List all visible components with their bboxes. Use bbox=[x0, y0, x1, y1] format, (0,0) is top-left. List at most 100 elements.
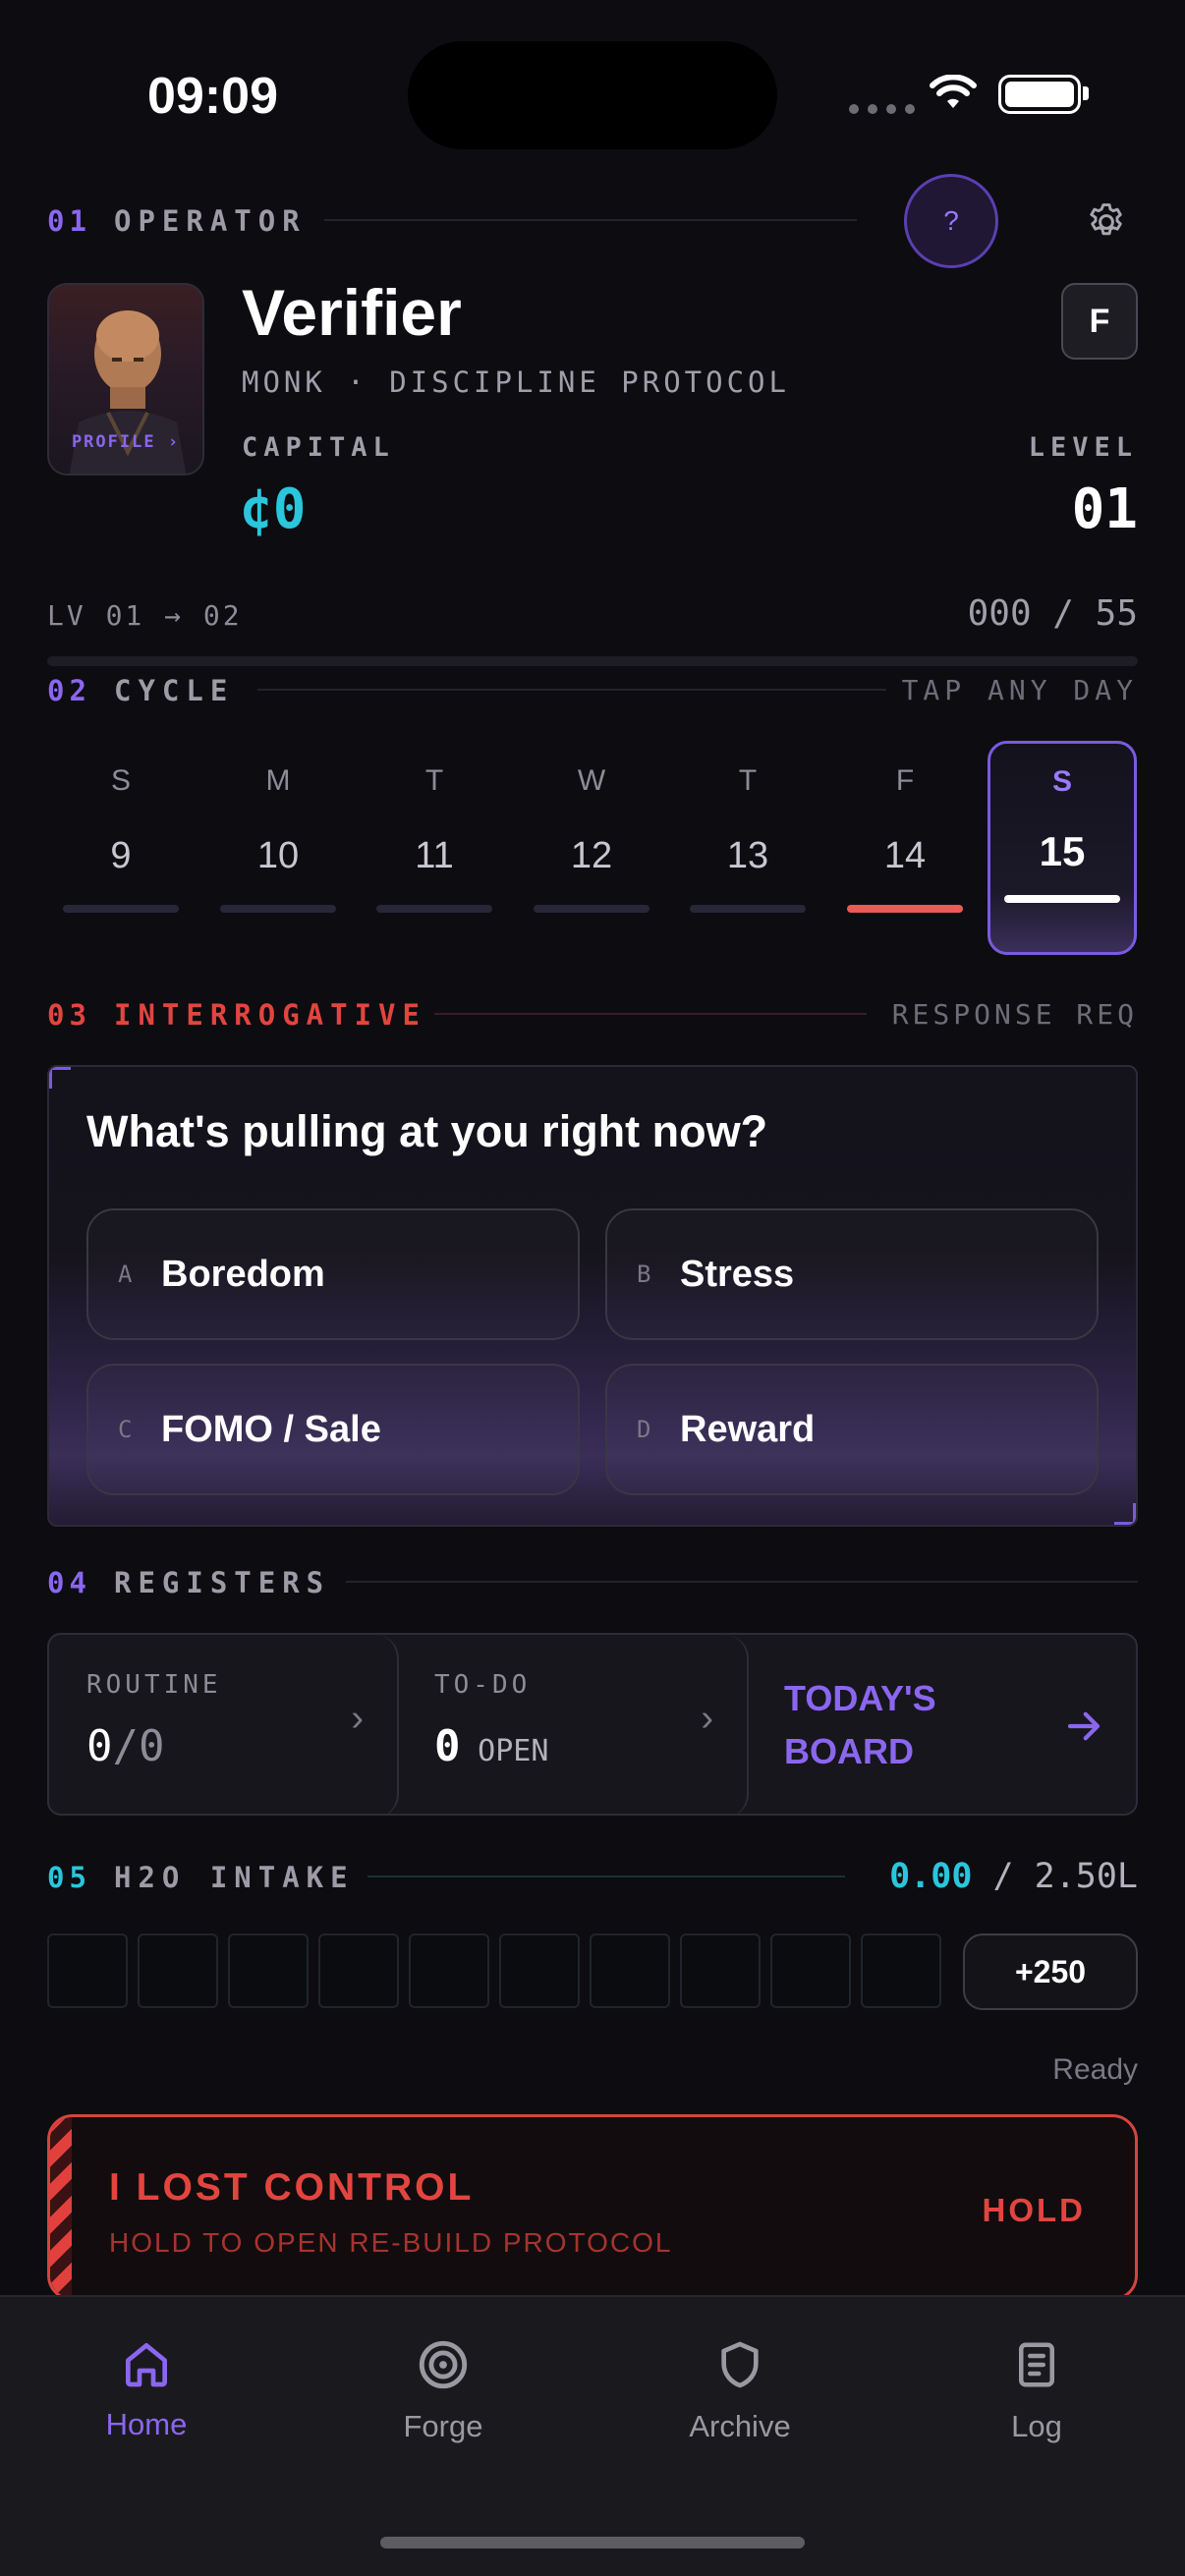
tab-label: Archive bbox=[689, 2409, 791, 2443]
tab-label: Home bbox=[105, 2407, 188, 2441]
level-progress-label: LV 01 → 02 bbox=[47, 599, 243, 632]
section-title-interrogative: INTERROGATIVE bbox=[114, 998, 426, 1032]
todo-card[interactable]: TO-DO 0 OPEN › bbox=[399, 1635, 749, 1814]
board-line1: TODAY'S bbox=[784, 1678, 936, 1718]
day-cell[interactable]: T 11 bbox=[361, 764, 508, 913]
tab-home[interactable]: Home bbox=[48, 2297, 245, 2442]
todays-board-button[interactable]: TODAY'S BOARD bbox=[749, 1635, 1136, 1814]
option-key: A bbox=[118, 1260, 133, 1288]
day-cell[interactable]: S 9 bbox=[47, 764, 195, 913]
water-readout: 0.00 / 2.50L bbox=[889, 1857, 1138, 1896]
routine-total: /0 bbox=[112, 1721, 165, 1771]
water-current: 0.00 bbox=[889, 1857, 973, 1896]
lost-control-button[interactable]: I LOST CONTROL HOLD TO OPEN RE-BUILD PRO… bbox=[47, 2114, 1138, 2301]
water-cup bbox=[499, 1933, 580, 2008]
day-bar-missed bbox=[847, 905, 963, 913]
status-time: 09:09 bbox=[147, 68, 278, 125]
option-key: B bbox=[637, 1260, 651, 1288]
battery-tip bbox=[1083, 86, 1089, 100]
routine-done: 0 bbox=[86, 1721, 113, 1771]
lost-control-subtitle: HOLD TO OPEN RE-BUILD PROTOCOL bbox=[109, 2227, 673, 2258]
day-cell-selected[interactable]: S 15 bbox=[988, 741, 1137, 955]
section-divider bbox=[324, 219, 857, 221]
day-cell[interactable]: M 10 bbox=[204, 764, 352, 913]
day-bar bbox=[534, 905, 649, 913]
option-button[interactable]: C FOMO / Sale bbox=[86, 1364, 580, 1495]
day-number: 14 bbox=[883, 835, 927, 876]
day-cell[interactable]: F 14 bbox=[831, 764, 979, 913]
water-status: Ready bbox=[1052, 2053, 1138, 2086]
water-cup bbox=[409, 1933, 489, 2008]
section-divider bbox=[367, 1876, 845, 1877]
tab-archive[interactable]: Archive bbox=[642, 2297, 838, 2444]
tab-label: Log bbox=[1011, 2409, 1062, 2443]
day-number: 12 bbox=[570, 835, 613, 876]
option-button[interactable]: B Stress bbox=[605, 1208, 1099, 1340]
dynamic-island bbox=[408, 41, 777, 149]
option-button[interactable]: A Boredom bbox=[86, 1208, 580, 1340]
section-title-operator: OPERATOR bbox=[114, 204, 307, 238]
tab-forge[interactable]: Forge bbox=[345, 2297, 541, 2444]
tab-log[interactable]: Log bbox=[938, 2297, 1135, 2444]
day-cell[interactable]: T 13 bbox=[674, 764, 821, 913]
day-bar bbox=[63, 905, 179, 913]
rank-badge[interactable]: F bbox=[1061, 283, 1138, 360]
water-cup bbox=[590, 1933, 670, 2008]
operator-subtitle: MONK · DISCIPLINE PROTOCOL bbox=[242, 365, 790, 399]
level-progress-bar bbox=[47, 656, 1138, 666]
gear-icon[interactable] bbox=[1085, 200, 1128, 244]
day-letter: T bbox=[738, 764, 758, 797]
water-cup bbox=[138, 1933, 218, 2008]
tab-bar: Home Forge Archive Log bbox=[0, 2295, 1185, 2576]
routine-label: ROUTINE bbox=[86, 1670, 222, 1700]
registers-panel: ROUTINE 0/0 › TO-DO 0 OPEN › TODAY'S BOA… bbox=[47, 1633, 1138, 1816]
section-number-water: 05 bbox=[47, 1861, 91, 1894]
day-number: 13 bbox=[726, 835, 769, 876]
day-letter: S bbox=[110, 764, 131, 797]
corner-bracket bbox=[49, 1067, 71, 1089]
water-cup bbox=[228, 1933, 309, 2008]
level-label: LEVEL bbox=[1028, 432, 1138, 463]
routine-card[interactable]: ROUTINE 0/0 › bbox=[49, 1635, 399, 1814]
day-letter: S bbox=[1051, 765, 1072, 798]
option-label: Boredom bbox=[161, 1253, 325, 1295]
section-title-cycle: CYCLE bbox=[114, 674, 235, 707]
todo-suffix: OPEN bbox=[478, 1734, 549, 1768]
question-card: What's pulling at you right now? A Bored… bbox=[47, 1065, 1138, 1527]
day-letter: T bbox=[424, 764, 444, 797]
water-target: / 2.50L bbox=[992, 1857, 1138, 1896]
day-letter: M bbox=[265, 764, 291, 797]
day-number: 11 bbox=[415, 835, 454, 876]
option-label: Stress bbox=[680, 1253, 795, 1295]
section-title-registers: REGISTERS bbox=[114, 1566, 331, 1599]
avatar-profile-link[interactable]: PROFILE › bbox=[49, 432, 202, 452]
document-icon bbox=[1019, 2342, 1054, 2387]
operator-name: Verifier bbox=[242, 276, 462, 349]
capital-value: ¢0 bbox=[240, 477, 307, 541]
avatar[interactable]: PROFILE › bbox=[47, 283, 204, 476]
help-button[interactable]: ? bbox=[904, 174, 998, 268]
corner-bracket bbox=[1114, 1503, 1136, 1525]
section-divider bbox=[257, 689, 886, 691]
board-line2: BOARD bbox=[784, 1731, 914, 1771]
question-text: What's pulling at you right now? bbox=[86, 1106, 768, 1156]
section-title-water: H2O INTAKE bbox=[114, 1861, 355, 1894]
water-cup bbox=[47, 1933, 128, 2008]
section-divider bbox=[434, 1013, 867, 1015]
add-water-button[interactable]: +250 bbox=[963, 1933, 1138, 2010]
day-bar bbox=[376, 905, 492, 913]
arrow-right-icon bbox=[1067, 1711, 1100, 1741]
day-number: 15 bbox=[1039, 828, 1086, 874]
chevron-right-icon: › bbox=[351, 1698, 364, 1739]
level-progress-value: 000 / 55 bbox=[967, 593, 1138, 634]
option-button[interactable]: D Reward bbox=[605, 1364, 1099, 1495]
todo-count: 0 bbox=[434, 1721, 461, 1771]
section-number-registers: 04 bbox=[47, 1566, 91, 1599]
section-number-interrogative: 03 bbox=[47, 998, 91, 1032]
water-cup bbox=[770, 1933, 851, 2008]
day-bar bbox=[220, 905, 336, 913]
water-cup bbox=[680, 1933, 761, 2008]
day-cell[interactable]: W 12 bbox=[518, 764, 665, 913]
battery-icon bbox=[998, 75, 1081, 114]
day-bar-active bbox=[1004, 895, 1120, 903]
